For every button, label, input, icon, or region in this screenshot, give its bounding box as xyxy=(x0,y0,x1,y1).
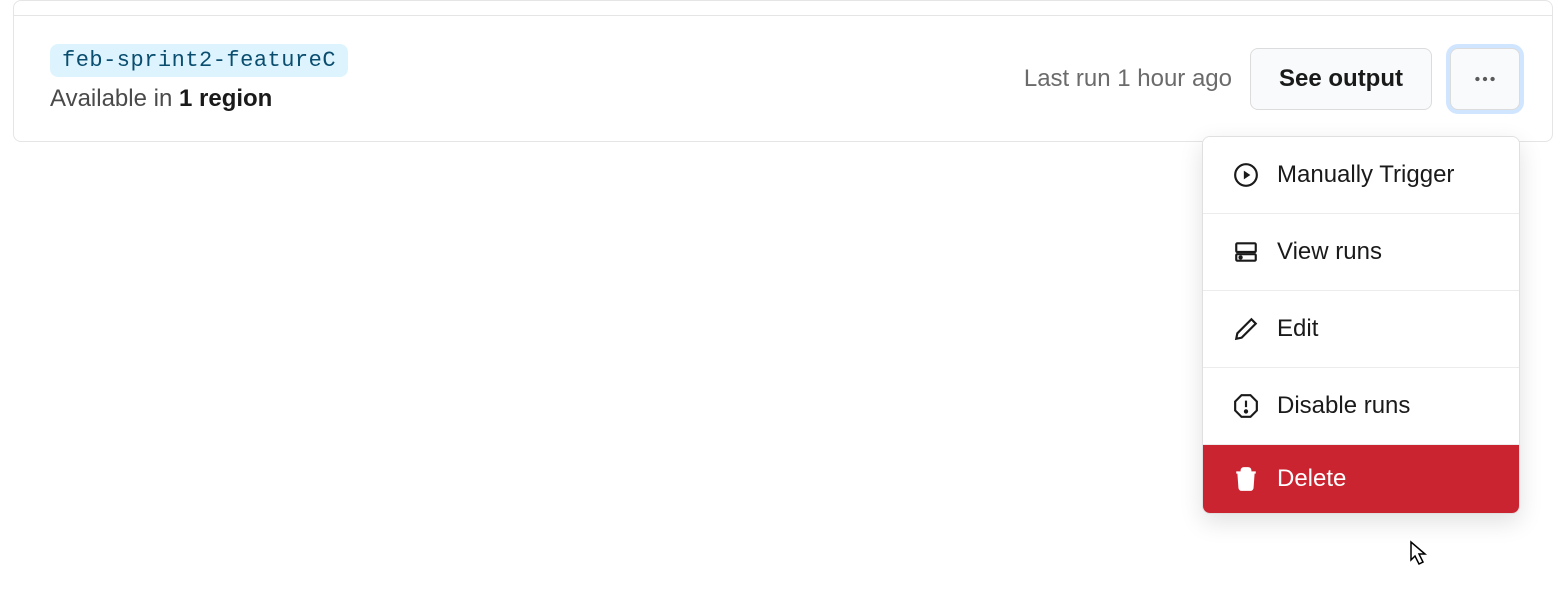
branch-tag: feb-sprint2-featureC xyxy=(50,44,348,77)
actions-dropdown: Manually Trigger View runs Edit Disable … xyxy=(1202,136,1520,514)
card-actions: Last run 1 hour ago See output xyxy=(1024,48,1520,110)
pencil-icon xyxy=(1233,316,1259,342)
see-output-button[interactable]: See output xyxy=(1250,48,1432,110)
menu-label: Disable runs xyxy=(1277,392,1410,420)
card-previous-section xyxy=(14,1,1552,16)
menu-label: Edit xyxy=(1277,315,1318,343)
menu-label: Delete xyxy=(1277,465,1346,493)
trash-icon xyxy=(1233,466,1259,492)
menu-disable-runs[interactable]: Disable runs xyxy=(1203,368,1519,445)
menu-edit[interactable]: Edit xyxy=(1203,291,1519,368)
availability-prefix: Available in xyxy=(50,85,179,112)
availability-count: 1 region xyxy=(179,85,272,112)
menu-label: View runs xyxy=(1277,238,1382,266)
server-icon xyxy=(1233,239,1259,265)
menu-manually-trigger[interactable]: Manually Trigger xyxy=(1203,137,1519,214)
menu-label: Manually Trigger xyxy=(1277,161,1454,189)
cursor-pointer-icon xyxy=(1403,540,1431,570)
last-run-text: Last run 1 hour ago xyxy=(1024,65,1232,93)
ellipsis-icon xyxy=(1472,66,1498,92)
card-row: feb-sprint2-featureC Available in 1 regi… xyxy=(14,16,1552,141)
function-card: feb-sprint2-featureC Available in 1 regi… xyxy=(13,0,1553,142)
card-info: feb-sprint2-featureC Available in 1 regi… xyxy=(50,44,348,113)
menu-delete[interactable]: Delete xyxy=(1203,445,1519,513)
availability-text: Available in 1 region xyxy=(50,85,348,113)
menu-view-runs[interactable]: View runs xyxy=(1203,214,1519,291)
play-circle-icon xyxy=(1233,162,1259,188)
alert-octagon-icon xyxy=(1233,393,1259,419)
more-actions-button[interactable] xyxy=(1450,48,1520,110)
